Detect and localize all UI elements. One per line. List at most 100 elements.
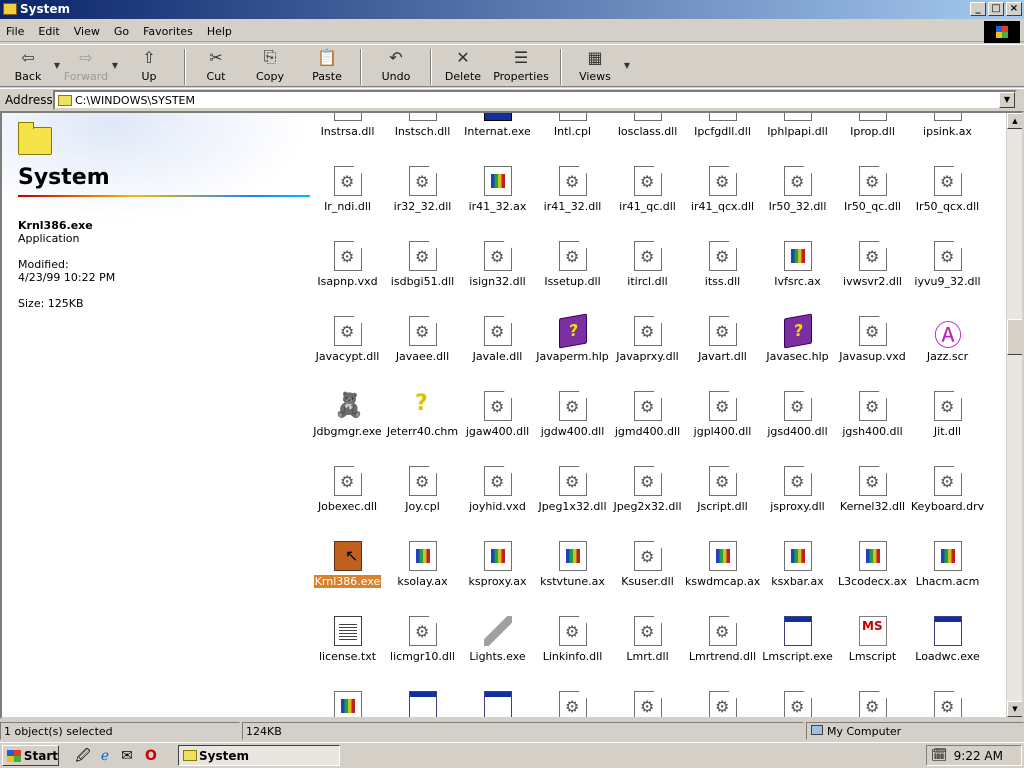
- back-button[interactable]: ⇦ Back: [4, 45, 52, 87]
- file-item[interactable]: ksxbar.ax: [760, 533, 835, 608]
- dropdown-arrow-icon[interactable]: ▼: [52, 45, 62, 85]
- title-bar[interactable]: System _ □ ×: [0, 0, 1024, 19]
- file-item[interactable]: Javaee.dll: [385, 308, 460, 383]
- file-item[interactable]: isdbgi51.dll: [385, 233, 460, 308]
- file-item[interactable]: [910, 683, 985, 717]
- menu-help[interactable]: Help: [207, 25, 232, 38]
- file-item[interactable]: license.txt: [310, 608, 385, 683]
- file-item[interactable]: ivwsvr2.dll: [835, 233, 910, 308]
- scroll-down-button[interactable]: ▼: [1007, 701, 1022, 717]
- file-item[interactable]: licmgr10.dll: [385, 608, 460, 683]
- menu-favorites[interactable]: Favorites: [143, 25, 193, 38]
- copy-button[interactable]: ⎘ Copy: [240, 45, 300, 87]
- file-item[interactable]: ksolay.ax: [385, 533, 460, 608]
- file-item[interactable]: Jdbgmgr.exe: [310, 383, 385, 458]
- menu-file[interactable]: File: [6, 25, 24, 38]
- file-item[interactable]: Javaperm.hlp: [535, 308, 610, 383]
- scroll-up-button[interactable]: ▲: [1007, 113, 1022, 129]
- up-button[interactable]: ⇧ Up: [120, 45, 178, 87]
- file-item[interactable]: Kernel32.dll: [835, 458, 910, 533]
- file-item[interactable]: [685, 683, 760, 717]
- file-item[interactable]: Iprop.dll: [835, 113, 910, 158]
- file-item[interactable]: [535, 683, 610, 717]
- file-item[interactable]: ir41_qc.dll: [610, 158, 685, 233]
- clock[interactable]: 9:22 AM: [954, 749, 1003, 763]
- file-item[interactable]: Javaprxy.dll: [610, 308, 685, 383]
- file-item[interactable]: Lights.exe: [460, 608, 535, 683]
- file-item[interactable]: Isapnp.vxd: [310, 233, 385, 308]
- file-item[interactable]: [760, 683, 835, 717]
- file-item[interactable]: Javale.dll: [460, 308, 535, 383]
- file-item[interactable]: jgsh400.dll: [835, 383, 910, 458]
- start-button[interactable]: Start: [2, 745, 59, 766]
- file-item[interactable]: ir32_32.dll: [385, 158, 460, 233]
- cut-button[interactable]: ✂ Cut: [192, 45, 240, 87]
- file-item[interactable]: kstvtune.ax: [535, 533, 610, 608]
- file-item[interactable]: Ir50_qcx.dll: [910, 158, 985, 233]
- file-item[interactable]: Internat.exe: [460, 113, 535, 158]
- minimize-button[interactable]: _: [970, 2, 986, 16]
- outlook-express-icon[interactable]: ✉: [118, 747, 136, 765]
- vertical-scrollbar[interactable]: ▲ ▼: [1006, 113, 1022, 717]
- file-item[interactable]: Keyboard.drv: [910, 458, 985, 533]
- file-item[interactable]: ipsink.ax: [910, 113, 985, 158]
- file-item[interactable]: itss.dll: [685, 233, 760, 308]
- file-item[interactable]: jgpl400.dll: [685, 383, 760, 458]
- file-item[interactable]: Issetup.dll: [535, 233, 610, 308]
- menu-go[interactable]: Go: [114, 25, 129, 38]
- file-item[interactable]: Instrsa.dll: [310, 113, 385, 158]
- file-item[interactable]: ir41_32.dll: [535, 158, 610, 233]
- menu-edit[interactable]: Edit: [38, 25, 59, 38]
- scheduler-icon[interactable]: 🗓: [931, 748, 948, 763]
- file-item[interactable]: Lhacm.acm: [910, 533, 985, 608]
- file-item[interactable]: jsproxy.dll: [760, 458, 835, 533]
- file-item[interactable]: itircl.dll: [610, 233, 685, 308]
- file-item[interactable]: Jpeg2x32.dll: [610, 458, 685, 533]
- file-item[interactable]: joyhid.vxd: [460, 458, 535, 533]
- file-item[interactable]: Jit.dll: [910, 383, 985, 458]
- delete-button[interactable]: ✕ Delete: [438, 45, 488, 87]
- file-item[interactable]: Jobexec.dll: [310, 458, 385, 533]
- paste-button[interactable]: 📋 Paste: [300, 45, 354, 87]
- file-item[interactable]: Intl.cpl: [535, 113, 610, 158]
- file-item[interactable]: Lmscript.exe: [760, 608, 835, 683]
- dropdown-arrow-icon[interactable]: ▼: [622, 45, 632, 85]
- file-item[interactable]: Lmrtrend.dll: [685, 608, 760, 683]
- file-item[interactable]: [385, 683, 460, 717]
- file-item[interactable]: [460, 683, 535, 717]
- file-item[interactable]: [310, 683, 385, 717]
- maximize-button[interactable]: □: [988, 2, 1004, 16]
- scroll-thumb[interactable]: [1007, 319, 1022, 355]
- close-button[interactable]: ×: [1006, 2, 1022, 16]
- dropdown-arrow-icon[interactable]: ▼: [110, 45, 120, 85]
- file-item[interactable]: Instsch.dll: [385, 113, 460, 158]
- file-item[interactable]: iyvu9_32.dll: [910, 233, 985, 308]
- file-item[interactable]: ir41_32.ax: [460, 158, 535, 233]
- undo-button[interactable]: ↶ Undo: [368, 45, 424, 87]
- file-item[interactable]: isign32.dll: [460, 233, 535, 308]
- file-item[interactable]: ir41_qcx.dll: [685, 158, 760, 233]
- file-item[interactable]: Ipcfgdll.dll: [685, 113, 760, 158]
- file-item[interactable]: Ir50_qc.dll: [835, 158, 910, 233]
- file-item[interactable]: Ir50_32.dll: [760, 158, 835, 233]
- show-desktop-icon[interactable]: 🖉: [74, 747, 92, 765]
- file-item[interactable]: Javasec.hlp: [760, 308, 835, 383]
- menu-view[interactable]: View: [74, 25, 100, 38]
- file-item[interactable]: Ir_ndi.dll: [310, 158, 385, 233]
- file-item[interactable]: Javasup.vxd: [835, 308, 910, 383]
- file-item[interactable]: [835, 683, 910, 717]
- address-dropdown-button[interactable]: ▼: [999, 92, 1015, 108]
- opera-icon[interactable]: O: [142, 747, 160, 765]
- properties-button[interactable]: ☰ Properties: [488, 45, 554, 87]
- file-item[interactable]: Iphlpapi.dll: [760, 113, 835, 158]
- forward-button[interactable]: ⇨ Forward: [62, 45, 110, 87]
- file-item[interactable]: Jpeg1x32.dll: [535, 458, 610, 533]
- file-item[interactable]: [610, 683, 685, 717]
- file-item[interactable]: Lmrt.dll: [610, 608, 685, 683]
- file-item[interactable]: Iosclass.dll: [610, 113, 685, 158]
- file-item[interactable]: Joy.cpl: [385, 458, 460, 533]
- file-item[interactable]: jgaw400.dll: [460, 383, 535, 458]
- file-item[interactable]: jgsd400.dll: [760, 383, 835, 458]
- file-item[interactable]: jgmd400.dll: [610, 383, 685, 458]
- file-item[interactable]: kswdmcap.ax: [685, 533, 760, 608]
